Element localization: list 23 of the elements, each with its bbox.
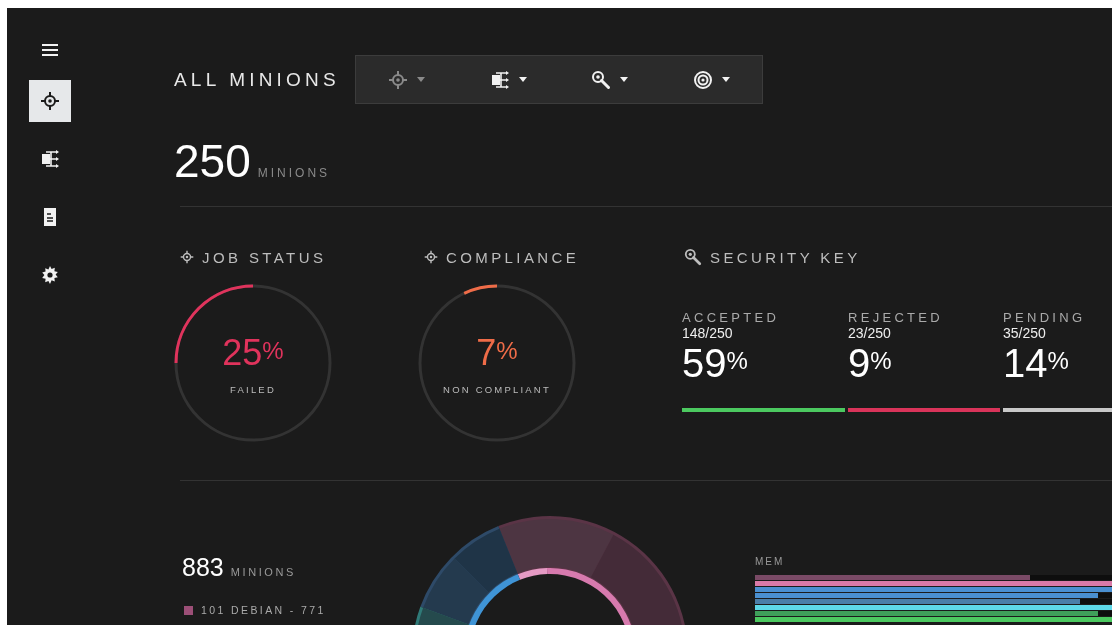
count-unit: MINIONS [230,566,296,578]
minion-count: 883 [182,553,224,582]
stat-fraction: 23/250 [848,325,892,341]
section-title: JOB STATUS [202,248,327,266]
section-title: SECURITY KEY [710,248,861,266]
gauge-percentage: 25$^{%}$ [222,331,284,372]
gauge-caption: FAILED [230,383,276,395]
stat-label: PENDING [1003,310,1087,325]
legend-label: 101 DEBIAN - 771 [201,604,326,616]
stat-percentage: 14$^{%}$ [1003,341,1070,383]
count-unit: MINIONS [257,166,331,180]
stat-label: REJECTED [848,310,945,325]
minion-count: 250 [174,138,251,184]
page-title: ALL MINIONS [174,68,341,91]
stat-label: ACCEPTED [682,310,781,325]
stat-fraction: 35/250 [1003,325,1047,341]
chart-label: MEM [755,556,786,567]
section-title: COMPLIANCE [446,248,580,266]
stat-fraction: 148/250 [682,325,734,341]
stat-percentage: 59$^{%}$ [682,341,749,383]
stat-percentage: 9$^{%}$ [848,341,893,383]
gauge-caption: NON COMPLIANT [443,383,551,395]
gauge-percentage: 7$^{%}$ [476,331,518,372]
